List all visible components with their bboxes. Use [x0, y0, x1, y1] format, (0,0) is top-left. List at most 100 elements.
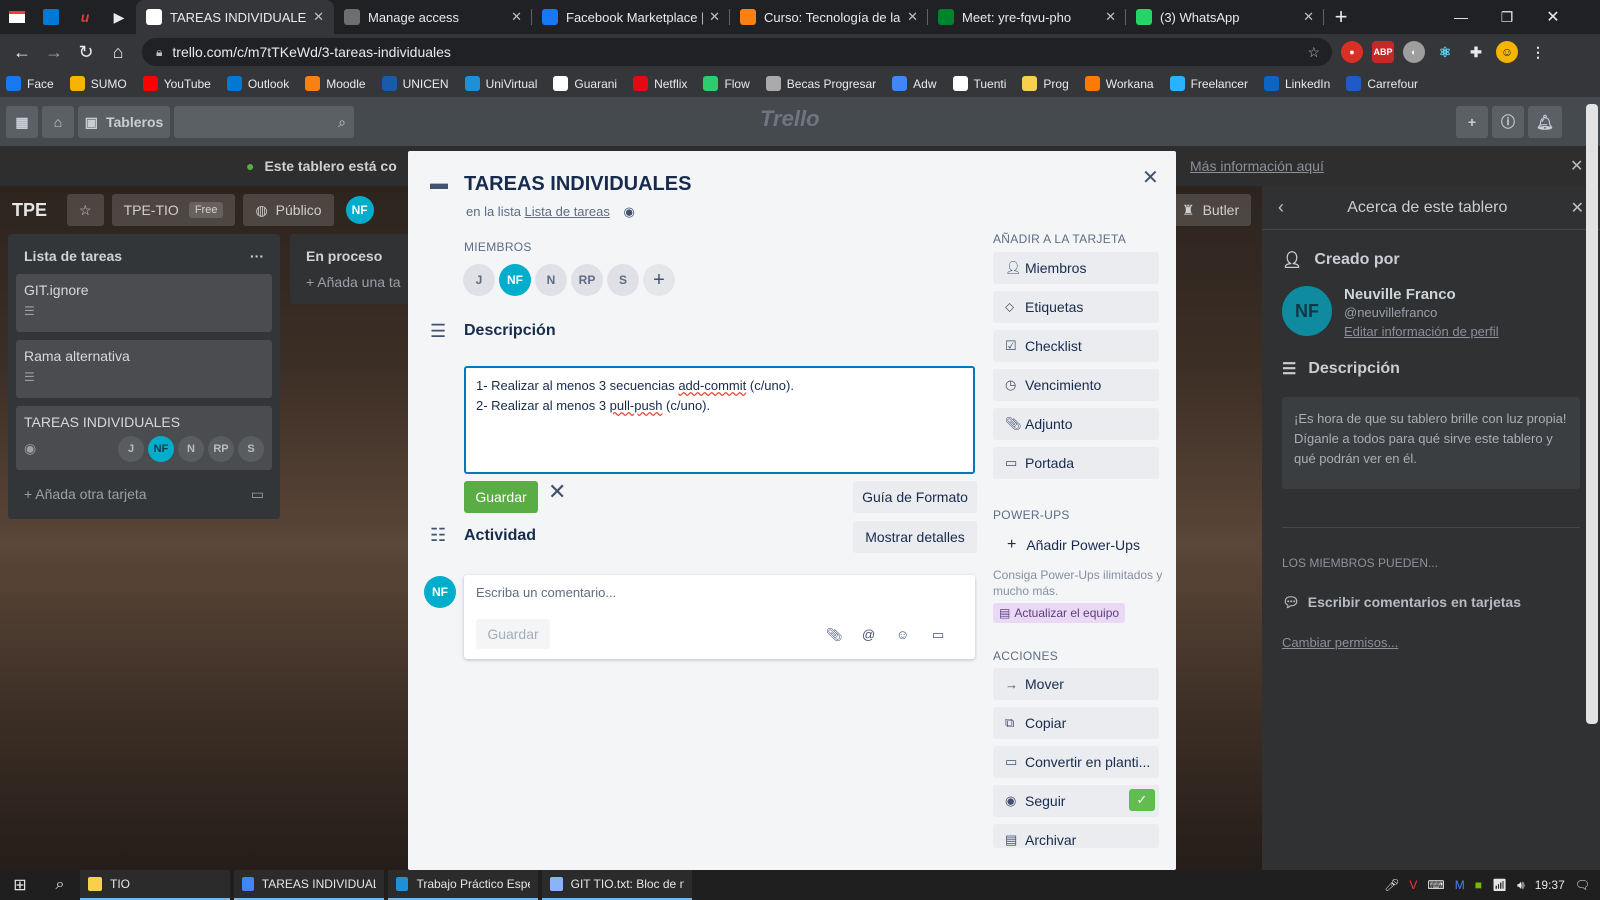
bookmark-item[interactable]: YouTube	[142, 76, 211, 91]
clock[interactable]: 19:37	[1535, 878, 1565, 892]
add-member-button[interactable]: +	[643, 264, 675, 296]
browser-tab[interactable]: Meet: yre-fqvu-pho ✕	[928, 0, 1126, 34]
star-board-button[interactable]: ☆	[67, 194, 104, 226]
home-button[interactable]: ⌂	[102, 36, 134, 68]
close-modal-icon[interactable]: ✕	[1142, 165, 1159, 190]
attachment-icon[interactable]: 📎︎	[826, 627, 843, 643]
bookmark-item[interactable]: UniVirtual	[464, 76, 537, 91]
visibility-button[interactable]: ◍ Público	[243, 194, 334, 226]
pinned-tab-media[interactable]: ▶	[102, 0, 136, 34]
bookmark-item[interactable]: LinkedIn	[1263, 76, 1330, 91]
volume-icon[interactable]: 🔊︎	[1517, 878, 1525, 893]
sidebar-cover-button[interactable]: ▭ Portada	[993, 447, 1159, 479]
browser-tab[interactable]: Manage access ✕	[334, 0, 532, 34]
browser-menu-icon[interactable]: ⋮	[1527, 41, 1549, 63]
extension-chrome-icon[interactable]: ◐	[1403, 41, 1425, 63]
extension-react-icon[interactable]: ⚛	[1434, 41, 1456, 63]
network-icon[interactable]: 📶︎	[1492, 878, 1507, 892]
notifications-icon[interactable]: 🗨︎	[1575, 878, 1590, 892]
page-scrollbar[interactable]	[1586, 104, 1598, 724]
list-title[interactable]: En proceso	[306, 248, 382, 264]
sidebar-attachment-button[interactable]: 📎︎ Adjunto	[993, 408, 1159, 440]
member-avatar[interactable]: NF	[148, 436, 174, 462]
card-link-icon[interactable]: ▭	[932, 627, 944, 643]
template-icon[interactable]: ▭	[251, 486, 264, 503]
bookmark-item[interactable]: Netflix	[633, 76, 687, 91]
browser-tab[interactable]: (3) WhatsApp ✕	[1126, 0, 1324, 34]
sidebar-due-date-button[interactable]: ◷ Vencimiento	[993, 369, 1159, 401]
action-template-button[interactable]: ▭ Convertir en planti...	[993, 746, 1159, 778]
vivaldi-icon[interactable]: V	[1409, 878, 1417, 892]
new-tab-button[interactable]: +	[1324, 0, 1358, 34]
show-details-button[interactable]: Mostrar detalles	[853, 521, 977, 553]
board-description[interactable]: ¡Es hora de que su tablero brille con lu…	[1282, 397, 1580, 489]
close-tab-icon[interactable]: ✕	[907, 9, 918, 25]
browser-tab[interactable]: Curso: Tecnología de la Inf✕	[730, 0, 928, 34]
member-avatar[interactable]: RP	[208, 436, 234, 462]
info-button[interactable]: ⓘ	[1492, 106, 1524, 138]
apps-button[interactable]: ▦	[6, 106, 38, 138]
format-guide-button[interactable]: Guía de Formato	[853, 481, 977, 513]
mention-icon[interactable]: @	[862, 627, 875, 642]
member-avatar[interactable]: J	[118, 436, 144, 462]
banner-close-icon[interactable]: ✕	[1570, 156, 1583, 176]
close-window-button[interactable]: ✕	[1530, 0, 1576, 34]
sidebar-members-button[interactable]: 👤︎ Miembros	[993, 252, 1159, 284]
member-avatar[interactable]: NF	[499, 264, 531, 296]
member-avatar[interactable]: N	[535, 264, 567, 296]
card-tareas-individuales[interactable]: TAREAS INDIVIDUALES ◉ J NF N RP S	[16, 406, 272, 470]
sidebar-checklist-button[interactable]: ☑ Checklist	[993, 330, 1159, 362]
member-avatar[interactable]: S	[607, 264, 639, 296]
action-copy-button[interactable]: ⧉ Copiar	[993, 707, 1159, 739]
board-name[interactable]: TPE	[12, 200, 47, 221]
nvidia-icon[interactable]: ■	[1475, 878, 1482, 892]
comment-save-button[interactable]: Guardar	[476, 619, 550, 649]
browser-tab[interactable]: Facebook Marketplace | F ✕	[532, 0, 730, 34]
member-avatar[interactable]: N	[178, 436, 204, 462]
pinned-tab-outlook[interactable]	[34, 0, 68, 34]
home-button-trello[interactable]: ⌂	[42, 106, 74, 138]
add-powerups-button[interactable]: + Añadir Power-Ups	[993, 529, 1159, 561]
taskbar-app[interactable]: Trabajo Práctico Espe...	[388, 870, 538, 900]
reload-button[interactable]: ↻	[70, 36, 102, 68]
bookmark-item[interactable]: Tuenti	[952, 76, 1006, 91]
pinned-tab-gmail[interactable]	[0, 0, 34, 34]
close-tab-icon[interactable]: ✕	[1303, 9, 1314, 25]
emoji-icon[interactable]: ☺	[896, 627, 909, 642]
team-button[interactable]: TPE-TIO Free	[111, 194, 236, 226]
action-archive-button[interactable]: ▤ Archivar	[993, 824, 1159, 848]
boards-button[interactable]: ▣ Tableros	[78, 106, 170, 138]
bookmark-item[interactable]: Face	[6, 76, 54, 91]
close-tab-icon[interactable]: ✕	[313, 9, 324, 25]
close-tab-icon[interactable]: ✕	[709, 9, 720, 25]
description-textarea[interactable]: 1- Realizar al menos 3 secuencias add-co…	[464, 366, 975, 474]
bookmark-item[interactable]: Adw	[892, 76, 937, 91]
change-permissions-link[interactable]: Cambiar permisos...	[1282, 635, 1580, 650]
bookmark-item[interactable]: Becas Progresar	[765, 76, 876, 91]
sidebar-labels-button[interactable]: ⬦ Etiquetas	[993, 291, 1159, 323]
keyboard-icon[interactable]: ⌨	[1427, 878, 1444, 892]
bookmark-item[interactable]: Freelancer	[1169, 76, 1248, 91]
bookmark-star-icon[interactable]: ☆	[1307, 44, 1320, 61]
comment-input[interactable]: Escriba un comentario...	[476, 585, 616, 600]
panel-close-icon[interactable]: ✕	[1571, 198, 1584, 218]
extensions-puzzle-icon[interactable]: ✚	[1465, 41, 1487, 63]
creator-avatar[interactable]: NF	[1282, 286, 1332, 336]
close-tab-icon[interactable]: ✕	[1105, 9, 1116, 25]
forward-button[interactable]: →	[38, 36, 70, 68]
comment-box[interactable]: Escriba un comentario... Guardar 📎︎ @ ☺ …	[464, 575, 975, 659]
minimize-button[interactable]: —	[1438, 0, 1484, 34]
bookmark-item[interactable]: UNICEN	[381, 76, 449, 91]
list-title[interactable]: Lista de tareas	[24, 248, 122, 264]
pinned-tab-unicen[interactable]: u	[68, 0, 102, 34]
edit-profile-link[interactable]: Editar información de perfil	[1344, 324, 1499, 339]
back-button[interactable]: ←	[6, 36, 38, 68]
member-avatar[interactable]: RP	[571, 264, 603, 296]
upgrade-team-button[interactable]: ▤ Actualizar el equipo	[993, 603, 1126, 623]
close-tab-icon[interactable]: ✕	[511, 9, 522, 25]
address-bar[interactable]: 🔒︎ trello.com/c/m7tTKeWd/3-tareas-indivi…	[142, 38, 1332, 66]
board-member-avatar[interactable]: NF	[345, 196, 374, 224]
restore-button[interactable]: ❐	[1484, 0, 1530, 34]
bookmark-item[interactable]: SUMO	[69, 76, 127, 91]
windows-start-icon[interactable]: ⊞	[0, 875, 40, 895]
